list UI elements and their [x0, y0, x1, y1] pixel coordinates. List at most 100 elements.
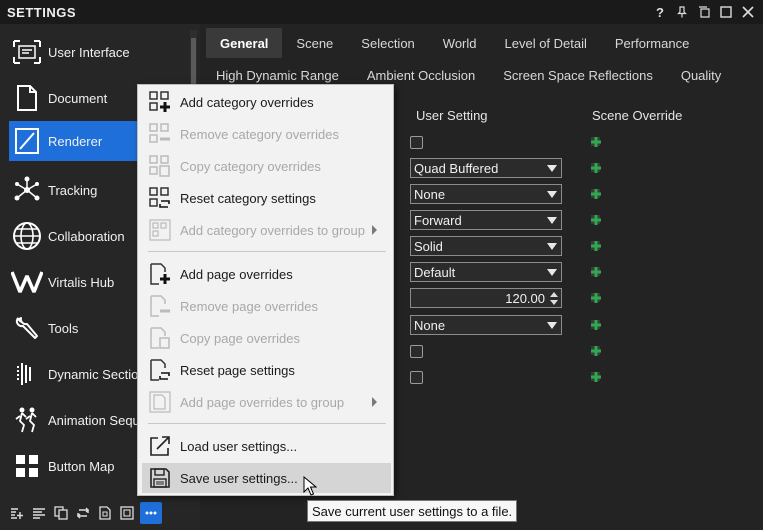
menu-item-remove-category-overrides: Remove category overrides	[142, 119, 391, 149]
save-icon	[148, 466, 172, 490]
setting-row: 120.00	[410, 288, 562, 308]
tooltip: Save current user settings to a file.	[307, 500, 518, 522]
add-category-group-icon	[148, 218, 172, 242]
remove-category-icon	[148, 122, 172, 146]
button-map-icon	[10, 449, 44, 483]
copy-page-icon	[148, 326, 172, 350]
sidebar-item-label: Animation Sequ	[48, 412, 140, 428]
setting-dropdown[interactable]: None	[410, 184, 562, 204]
setting-spinbox[interactable]: 120.00	[410, 288, 562, 308]
chevron-down-icon	[547, 322, 557, 329]
close-icon[interactable]	[737, 1, 759, 23]
add-page-icon	[148, 262, 172, 286]
add-override-icon[interactable]	[590, 266, 602, 278]
setting-checkbox[interactable]	[410, 370, 423, 384]
add-override-icon[interactable]	[590, 371, 602, 383]
chevron-down-icon	[547, 165, 557, 172]
setting-dropdown[interactable]: None	[410, 315, 562, 335]
sidebar-item-label: Tracking	[48, 182, 98, 198]
add-override-icon[interactable]	[590, 162, 602, 174]
menu-separator	[148, 423, 386, 424]
context-menu: Add category overrides Remove category o…	[137, 84, 394, 496]
tab-selection[interactable]: Selection	[347, 28, 428, 58]
add-icon[interactable]	[6, 502, 28, 524]
menu-item-reset-page-settings[interactable]: Reset page settings	[142, 355, 391, 385]
setting-dropdown[interactable]: Forward	[410, 210, 562, 230]
add-override-icon[interactable]	[590, 136, 602, 148]
user-interface-icon	[10, 35, 44, 69]
reset-icon[interactable]	[72, 502, 94, 524]
mouse-cursor-icon	[303, 476, 317, 496]
dynamic-section-icon	[10, 357, 44, 391]
add-override-icon[interactable]	[590, 345, 602, 357]
menu-item-reset-category-settings[interactable]: Reset category settings	[142, 183, 391, 213]
tab-general[interactable]: General	[206, 28, 283, 58]
add-category-icon	[148, 90, 172, 114]
setting-dropdown[interactable]: Quad Buffered	[410, 158, 562, 178]
frame-icon[interactable]	[116, 502, 138, 524]
setting-row: Forward	[410, 210, 562, 230]
pin-icon[interactable]	[671, 1, 693, 23]
chevron-down-icon	[547, 243, 557, 250]
tab-screen-space-reflections[interactable]: Screen Space Reflections	[489, 62, 667, 88]
add-page-group-icon	[148, 390, 172, 414]
submenu-arrow-icon	[372, 225, 377, 235]
copy-category-icon	[148, 154, 172, 178]
maximize-icon[interactable]	[715, 1, 737, 23]
window-title: SETTINGS	[7, 4, 77, 20]
tab-performance[interactable]: Performance	[601, 28, 703, 58]
sidebar-item-label: Document	[48, 90, 108, 106]
setting-checkbox[interactable]	[410, 135, 423, 149]
menu-item-add-page-overrides-to-group: Add page overrides to group	[142, 387, 391, 417]
remove-page-icon	[148, 294, 172, 318]
add-override-icon[interactable]	[590, 292, 602, 304]
menu-item-add-page-overrides[interactable]: Add page overrides	[142, 259, 391, 289]
copy-icon[interactable]	[50, 502, 72, 524]
sidebar-item-label: Dynamic Sectio	[48, 366, 139, 382]
setting-dropdown[interactable]: Solid	[410, 236, 562, 256]
renderer-icon	[10, 124, 44, 158]
reset-page-icon	[148, 358, 172, 382]
tracking-icon	[10, 173, 44, 207]
setting-row: None	[410, 184, 562, 204]
page-icon[interactable]	[94, 502, 116, 524]
restore-icon[interactable]	[693, 1, 715, 23]
column-header-scene-override: Scene Override	[592, 108, 683, 123]
chevron-down-icon	[547, 269, 557, 276]
setting-row	[410, 132, 423, 152]
setting-checkbox[interactable]	[410, 344, 423, 358]
setting-row	[410, 341, 423, 361]
column-header-user-setting: User Setting	[416, 108, 488, 123]
tools-icon	[10, 311, 44, 345]
tab-level-of-detail[interactable]: Level of Detail	[491, 28, 601, 58]
list-icon[interactable]	[28, 502, 50, 524]
sidebar-item-label: User Interface	[48, 44, 130, 60]
chevron-down-icon	[547, 217, 557, 224]
add-override-icon[interactable]	[590, 240, 602, 252]
menu-item-add-category-overrides[interactable]: Add category overrides	[142, 87, 391, 117]
spin-down-icon[interactable]	[550, 300, 558, 305]
document-icon	[10, 81, 44, 115]
spin-up-icon[interactable]	[550, 292, 558, 297]
virtalis-hub-icon	[10, 265, 44, 299]
sidebar-item-label: Virtalis Hub	[48, 274, 115, 290]
sidebar-item-label: Collaboration	[48, 228, 125, 244]
setting-row: None	[410, 315, 562, 335]
menu-item-load-user-settings[interactable]: Load user settings...	[142, 431, 391, 461]
sidebar-item-renderer[interactable]: Renderer	[9, 121, 139, 161]
sidebar-item-user-interface[interactable]: User Interface	[0, 29, 190, 75]
sidebar-item-label: Renderer	[48, 133, 103, 149]
load-icon	[148, 434, 172, 458]
tab-scene[interactable]: Scene	[282, 28, 347, 58]
add-override-icon[interactable]	[590, 188, 602, 200]
menu-item-save-user-settings[interactable]: Save user settings...	[142, 463, 391, 493]
tab-quality[interactable]: Quality	[667, 62, 735, 88]
sidebar-item-label: Tools	[48, 320, 79, 336]
tab-world[interactable]: World	[429, 28, 491, 58]
add-override-icon[interactable]	[590, 214, 602, 226]
help-icon[interactable]: ?	[649, 1, 671, 23]
window-controls: ?	[649, 0, 759, 24]
setting-dropdown[interactable]: Default	[410, 262, 562, 282]
add-override-icon[interactable]	[590, 319, 602, 331]
more-options-button[interactable]	[140, 502, 162, 524]
